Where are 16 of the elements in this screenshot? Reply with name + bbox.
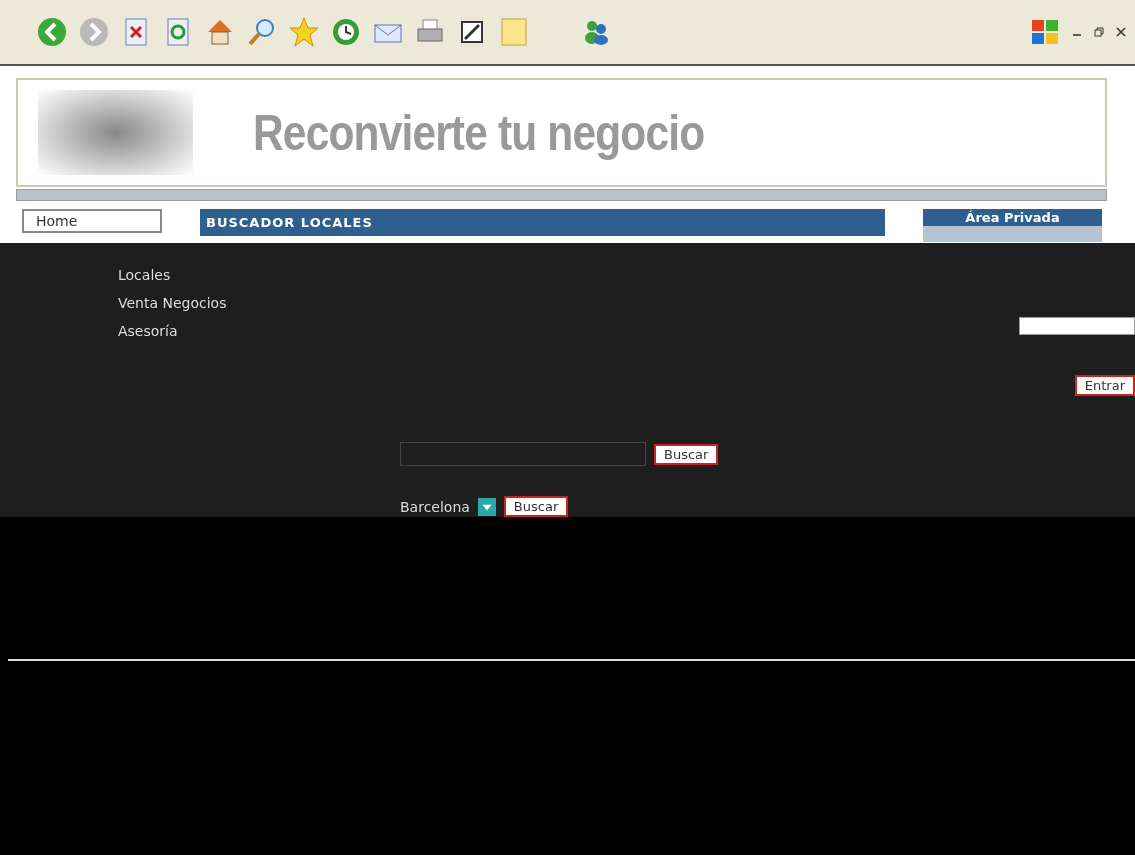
input-field[interactable] [400,442,646,466]
close-icon[interactable] [1115,26,1127,38]
menu-link[interactable]: Asesoría [118,323,280,339]
menu-link[interactable]: Home [22,209,162,233]
menu-link[interactable]: Venta Negocios [118,295,280,311]
restore-icon[interactable] [1093,26,1105,38]
dropdown[interactable]: Barcelona [400,498,470,515]
login-button[interactable]: Entrar [1074,375,1135,396]
banner-title: Reconvierte tu negocio [253,103,705,162]
panel-header: BUSCADOR LOCALES [200,209,885,236]
password-field[interactable] [1019,317,1135,335]
menu-link[interactable]: Locales [118,267,280,283]
search-button[interactable]: Buscar [654,443,719,465]
star-icon[interactable] [288,16,320,48]
search-button[interactable]: Buscar [503,496,569,517]
history-icon[interactable] [330,16,362,48]
